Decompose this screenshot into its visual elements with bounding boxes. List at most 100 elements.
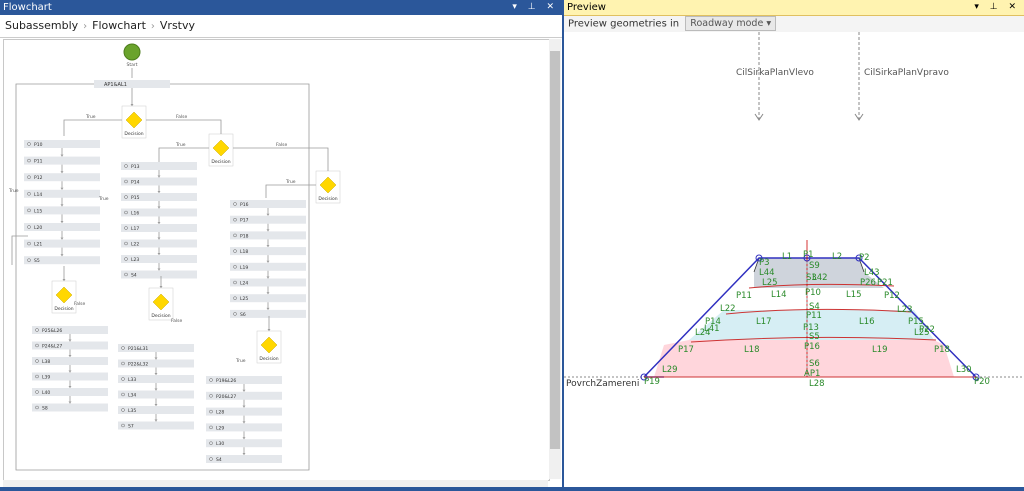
arrow-head[interactable] [242,389,246,392]
start-node[interactable] [123,43,141,61]
flow-node-label: S4 [131,273,137,279]
point-label-l2: L2 [832,252,842,262]
target-label-right: CilSirkaPlanVpravo [864,68,949,78]
flow-node-label: P13 [131,164,140,170]
chevron-right-icon: › [83,21,88,32]
arrow-head[interactable] [242,421,246,424]
arrow-head[interactable] [242,453,246,455]
branch-label: True [235,358,246,364]
window-controls-icon[interactable]: ▾ ⊥ ✕ [512,0,558,15]
flow-node-top[interactable]: AP1&AL1 [94,80,170,88]
target-label-left: CilSirkaPlanVlevo [736,68,814,78]
point-label-l25: L25 [762,278,778,288]
arrow-head[interactable] [266,260,270,263]
arrow-head[interactable] [266,213,270,216]
flow-node-label: P12 [34,175,43,181]
decision-label: Decision [259,356,278,362]
arrow-head[interactable] [68,355,72,357]
flow-node-label: L25 [240,296,248,302]
vertical-scrollbar[interactable] [549,39,561,479]
flow-node-label: L17 [131,226,139,232]
point-label-l23: L23 [897,305,913,315]
arrow-head[interactable] [154,404,158,406]
branch-label: True [98,196,109,202]
horizontal-scrollbar[interactable] [3,480,548,487]
breadcrumb-item-vrstvy[interactable]: Vrstvy [160,19,195,32]
arrow-head[interactable] [60,221,64,223]
arrow-head[interactable] [157,175,161,178]
arrow-head[interactable] [68,339,72,342]
flow-node-label: L39 [42,375,50,381]
arrow-head[interactable] [60,204,64,207]
arrow-head[interactable] [68,401,72,404]
arrow-head[interactable] [266,292,270,295]
preview-canvas[interactable]: CilSirkaPlanVlevo CilSirkaPlanVpravo Pov… [564,32,1024,487]
arrow-head[interactable] [154,419,158,422]
flow-node-label: P16 [240,202,249,208]
arrow-head[interactable] [157,206,161,209]
arrow-head[interactable] [60,154,64,157]
preview-mode-value: Roadway mode [690,18,764,29]
flow-node-label: L30 [216,441,224,447]
arrow-head[interactable] [157,191,161,193]
arrow-head[interactable] [154,373,158,375]
flow-node-label: L22 [131,242,139,248]
arrow-head[interactable] [68,386,72,388]
flow-node-label: L40 [42,390,50,396]
flow-node-label: P20&L27 [216,394,236,400]
flow-node-label: L29 [216,425,224,431]
point-label-s6: S6 [809,359,820,369]
arrow-head[interactable] [154,357,158,360]
arrow-head[interactable] [267,329,271,331]
decision-label: Decision [318,196,337,202]
flowchart-title: Flowchart [3,2,52,13]
branch-label: False [176,114,188,120]
arrow-head[interactable] [60,254,64,257]
flowchart-diagram[interactable]: Start AP1&AL1 Decision Decision Decision Tr… [4,40,549,480]
flow-node-label: L33 [128,377,136,383]
flowchart-canvas[interactable]: Start AP1&AL1 Decision Decision Decision Tr… [3,39,550,481]
point-label-s5: S5 [809,332,820,342]
point-label-p2: P2 [859,253,870,263]
point-label-ap1: AP1 [804,369,820,379]
preview-mode-select[interactable]: Roadway mode ▾ [685,16,777,31]
arrow-head[interactable] [62,279,66,281]
arrow-head[interactable] [266,307,270,310]
arrow-head[interactable] [68,370,72,373]
arrow-head[interactable] [266,276,270,279]
arrow-head[interactable] [130,104,134,106]
branch-label: True [8,188,19,194]
arrow-head[interactable] [60,171,64,174]
arrow-head[interactable] [266,229,270,232]
point-label-p1: P1 [803,250,814,260]
arrow-head[interactable] [157,222,161,224]
flow-node-label: L15 [34,208,42,214]
point-label-l30: L30 [956,365,972,375]
arrow-head[interactable] [242,405,246,408]
arrow-head[interactable] [60,237,64,240]
arrow-head[interactable] [154,388,158,391]
decision-label: Decision [211,159,230,165]
arrow-head[interactable] [157,268,161,271]
flow-node-label: P10 [34,142,43,148]
point-label-p22: P22 [919,325,935,335]
point-label-l41: L41 [704,324,720,334]
breadcrumb-item-flowchart[interactable]: Flowchart [92,19,146,32]
point-label-l14: L14 [771,290,787,300]
point-label-p26: P26 [860,278,876,288]
arrow-head[interactable] [60,187,64,190]
arrow-head[interactable] [157,237,161,240]
arrow-head[interactable] [159,286,163,288]
window-controls-icon[interactable]: ▾ ⊥ ✕ [974,0,1020,15]
arrow-head[interactable] [266,245,270,248]
point-label-p21: P21 [877,278,893,288]
branch-connector [265,184,316,198]
decision-label: Decision [124,131,143,137]
scrollbar-thumb[interactable] [550,51,560,449]
flow-node-label: P18 [240,233,249,239]
breadcrumb-item-subassembly[interactable]: Subassembly [5,19,78,32]
preview-title: Preview [567,2,606,13]
arrow-head[interactable] [157,253,161,255]
point-label-l22: L22 [720,304,736,314]
arrow-head[interactable] [242,437,246,440]
